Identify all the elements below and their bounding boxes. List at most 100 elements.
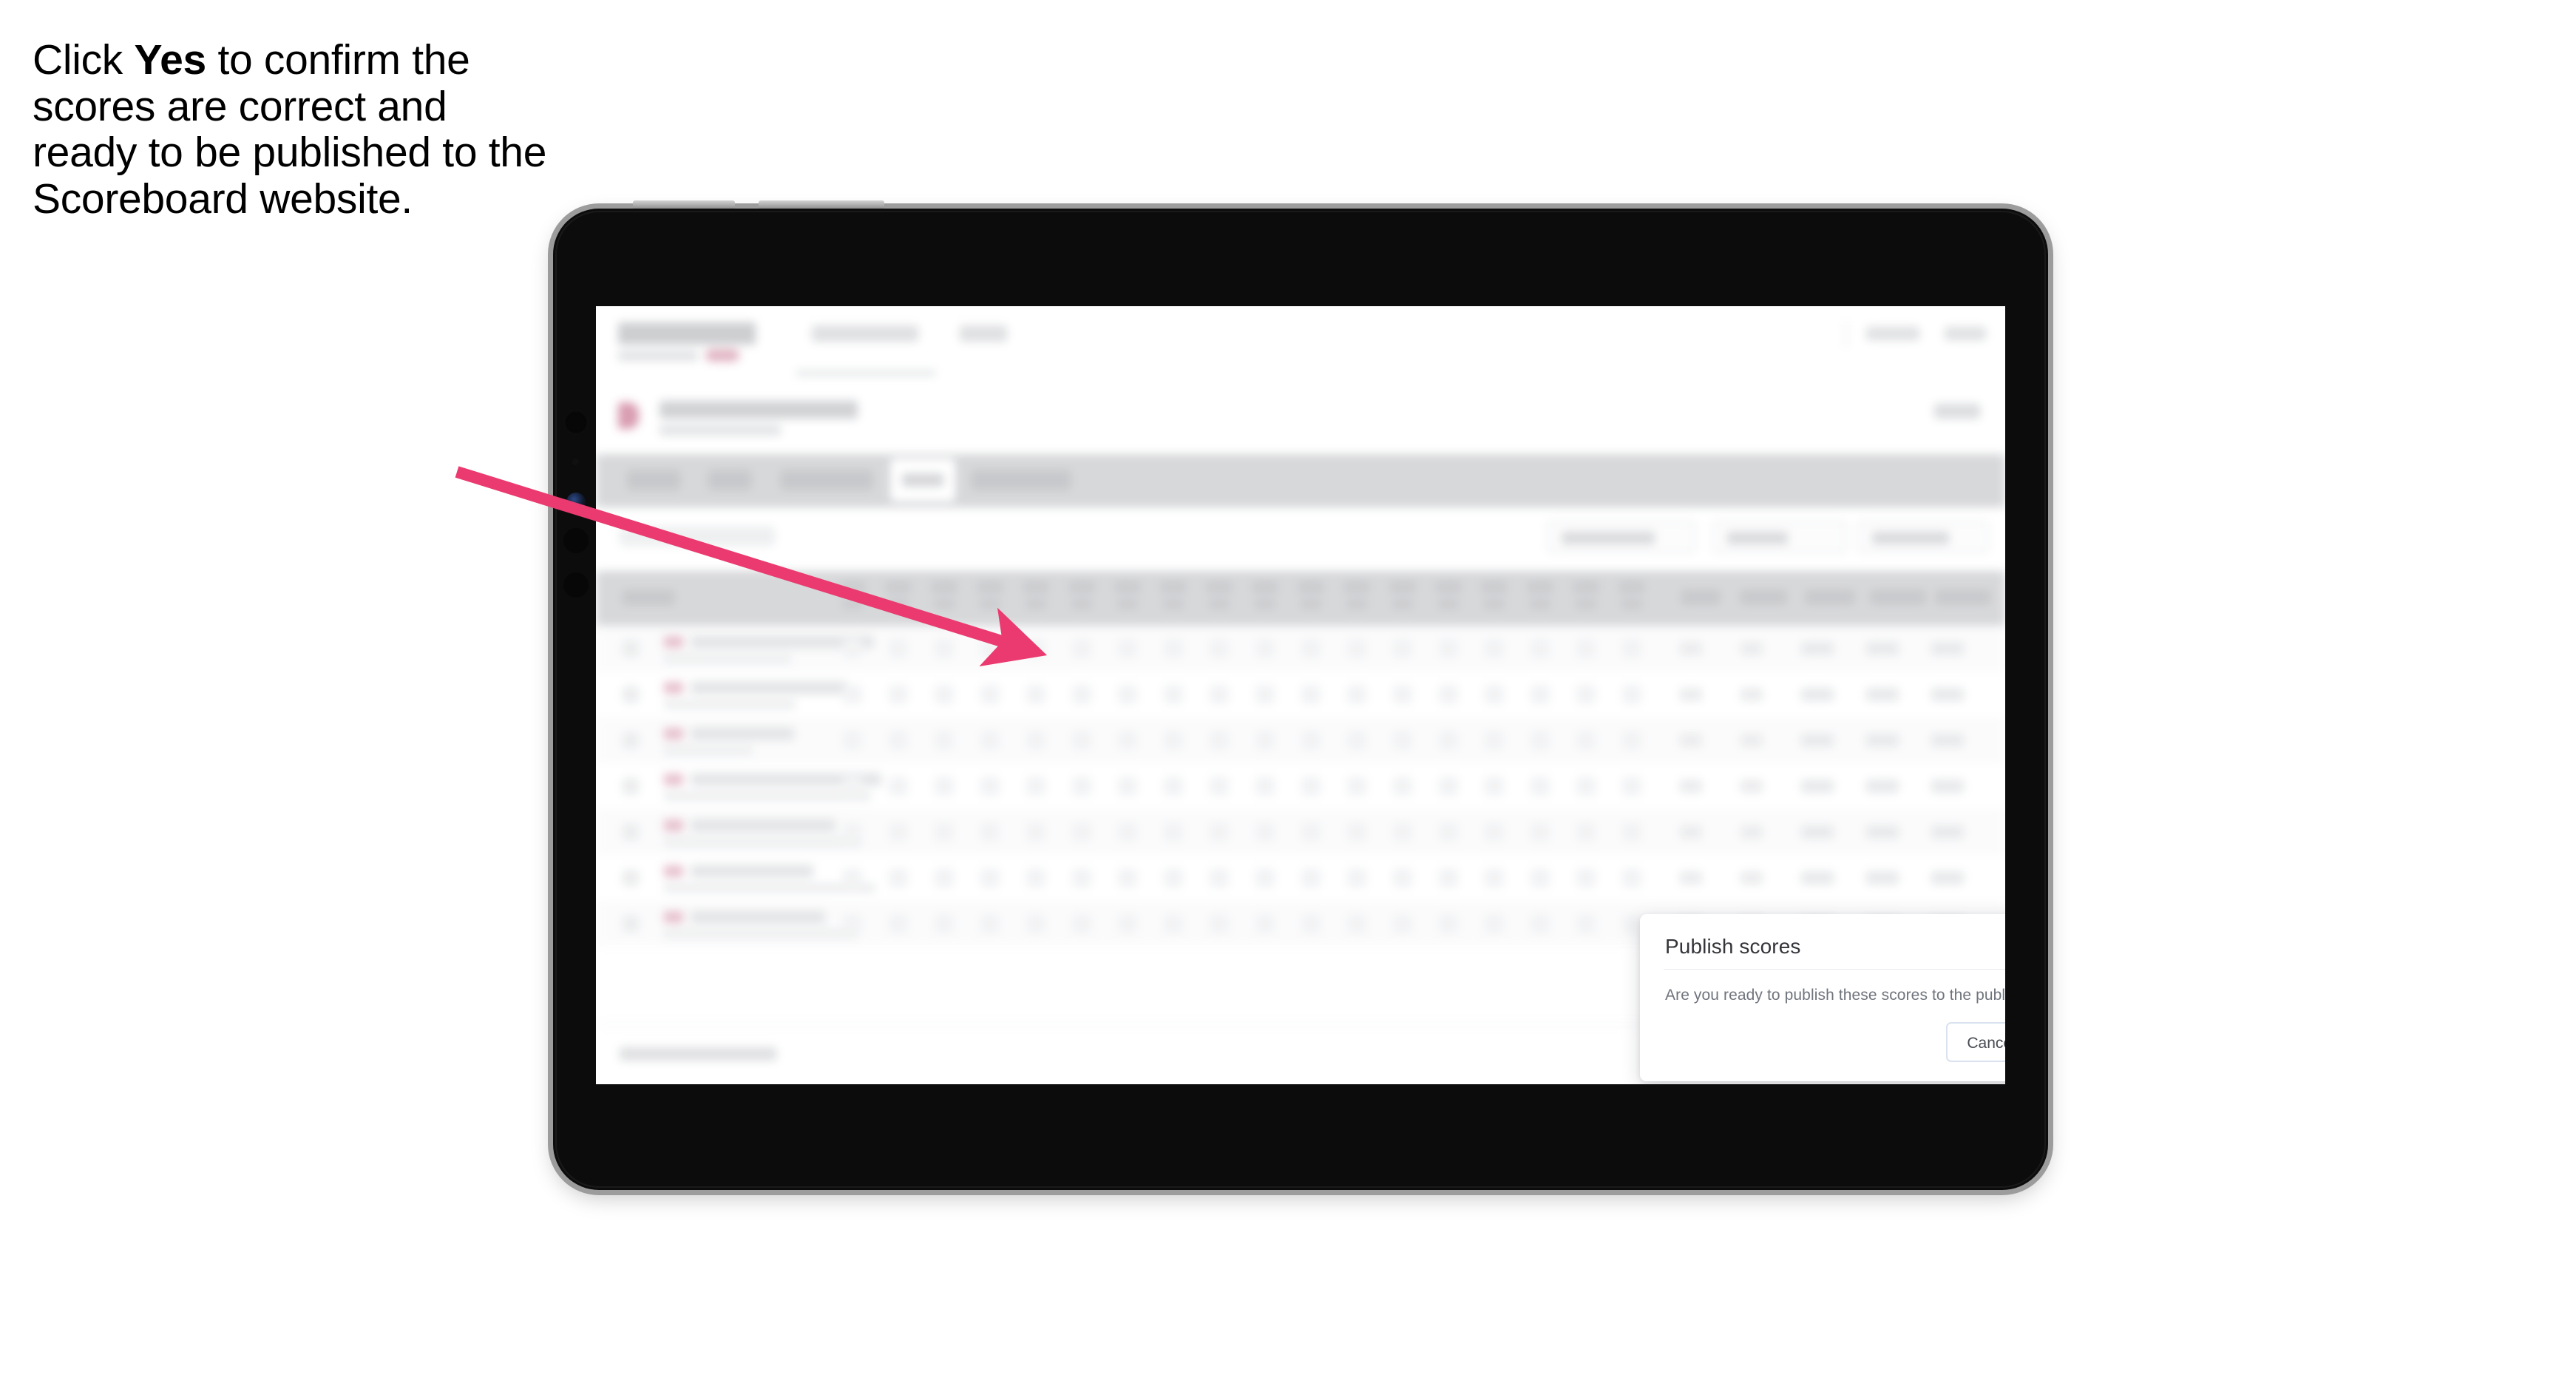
- row-checkbox[interactable]: [623, 686, 639, 703]
- score-cell[interactable]: [1485, 685, 1504, 704]
- score-cell[interactable]: [1210, 868, 1229, 888]
- score-cell[interactable]: [1255, 639, 1275, 658]
- header-user-name[interactable]: [1866, 327, 1919, 340]
- score-cell[interactable]: [1255, 731, 1275, 750]
- row-checkbox[interactable]: [623, 916, 639, 932]
- score-cell[interactable]: [980, 639, 1000, 658]
- score-cell[interactable]: [1485, 822, 1504, 842]
- row-checkbox[interactable]: [623, 778, 639, 794]
- score-cell[interactable]: [1255, 777, 1275, 796]
- score-cell[interactable]: [935, 731, 954, 750]
- score-cell[interactable]: [1622, 914, 1641, 933]
- score-cell[interactable]: [1164, 685, 1183, 704]
- score-cell[interactable]: [980, 822, 1000, 842]
- score-cell[interactable]: [1118, 685, 1137, 704]
- header-signout-link[interactable]: [1945, 327, 1986, 340]
- score-cell[interactable]: [1301, 731, 1321, 750]
- tab-scorecards[interactable]: [781, 470, 872, 490]
- score-cell[interactable]: [935, 868, 954, 888]
- score-cell[interactable]: [1255, 822, 1275, 842]
- score-cell[interactable]: [1576, 777, 1596, 796]
- score-cell[interactable]: [1531, 639, 1550, 658]
- table-row[interactable]: [596, 855, 2005, 901]
- table-row[interactable]: [596, 672, 2005, 717]
- score-cell[interactable]: [1026, 868, 1045, 888]
- score-cell[interactable]: [1072, 914, 1091, 933]
- score-cell[interactable]: [935, 822, 954, 842]
- score-cell[interactable]: [1072, 868, 1091, 888]
- score-cell[interactable]: [980, 868, 1000, 888]
- score-cell[interactable]: [1576, 685, 1596, 704]
- filter-dropdown-round[interactable]: [1712, 521, 1847, 553]
- search-input[interactable]: [620, 527, 775, 546]
- volume-up-button[interactable]: [633, 200, 735, 209]
- score-cell[interactable]: [1531, 822, 1550, 842]
- score-cell[interactable]: [1164, 731, 1183, 750]
- score-cell[interactable]: [1485, 868, 1504, 888]
- score-cell[interactable]: [843, 685, 862, 704]
- score-cell[interactable]: [1393, 639, 1412, 658]
- score-cell[interactable]: [1531, 731, 1550, 750]
- score-cell[interactable]: [1622, 731, 1641, 750]
- score-cell[interactable]: [1301, 777, 1321, 796]
- volume-down-button[interactable]: [759, 200, 884, 209]
- score-cell[interactable]: [1026, 639, 1045, 658]
- score-cell[interactable]: [980, 777, 1000, 796]
- table-row[interactable]: [596, 717, 2005, 763]
- row-checkbox[interactable]: [623, 640, 639, 657]
- score-cell[interactable]: [1622, 685, 1641, 704]
- score-cell[interactable]: [889, 639, 908, 658]
- score-cell[interactable]: [1393, 685, 1412, 704]
- score-cell[interactable]: [1118, 639, 1137, 658]
- score-cell[interactable]: [843, 914, 862, 933]
- score-cell[interactable]: [843, 731, 862, 750]
- score-cell[interactable]: [1439, 639, 1458, 658]
- score-cell[interactable]: [1026, 731, 1045, 750]
- score-cell[interactable]: [1347, 868, 1366, 888]
- score-cell[interactable]: [1072, 731, 1091, 750]
- score-cell[interactable]: [1531, 868, 1550, 888]
- score-cell[interactable]: [980, 914, 1000, 933]
- score-cell[interactable]: [1210, 731, 1229, 750]
- score-cell[interactable]: [1072, 639, 1091, 658]
- score-cell[interactable]: [1026, 685, 1045, 704]
- score-cell[interactable]: [1576, 639, 1596, 658]
- filter-dropdown-primary[interactable]: [1547, 521, 1696, 553]
- tab-leaderboard[interactable]: [972, 470, 1071, 490]
- score-cell[interactable]: [889, 731, 908, 750]
- score-cell[interactable]: [843, 822, 862, 842]
- score-cell[interactable]: [1255, 868, 1275, 888]
- score-cell[interactable]: [1576, 731, 1596, 750]
- tab-teams[interactable]: [708, 470, 751, 490]
- score-cell[interactable]: [1118, 914, 1137, 933]
- score-cell[interactable]: [843, 777, 862, 796]
- score-cell[interactable]: [1301, 868, 1321, 888]
- score-cell[interactable]: [980, 731, 1000, 750]
- score-cell[interactable]: [1439, 868, 1458, 888]
- score-cell[interactable]: [889, 914, 908, 933]
- score-cell[interactable]: [1301, 822, 1321, 842]
- filter-dropdown-team[interactable]: [1857, 521, 1989, 553]
- cancel-button[interactable]: Cancel: [1946, 1022, 2005, 1062]
- score-cell[interactable]: [1164, 868, 1183, 888]
- score-cell[interactable]: [1439, 914, 1458, 933]
- score-cell[interactable]: [1347, 731, 1366, 750]
- page-title-action[interactable]: [1934, 404, 1980, 419]
- score-cell[interactable]: [1118, 777, 1137, 796]
- score-cell[interactable]: [1622, 868, 1641, 888]
- tab-results-active[interactable]: [890, 459, 955, 501]
- score-cell[interactable]: [1439, 822, 1458, 842]
- score-cell[interactable]: [980, 685, 1000, 704]
- score-cell[interactable]: [1301, 639, 1321, 658]
- score-cell[interactable]: [1164, 777, 1183, 796]
- score-cell[interactable]: [1531, 914, 1550, 933]
- score-cell[interactable]: [1210, 685, 1229, 704]
- row-checkbox[interactable]: [623, 870, 639, 886]
- score-cell[interactable]: [1347, 777, 1366, 796]
- nav-item-tournaments[interactable]: [812, 325, 918, 342]
- score-cell[interactable]: [1301, 914, 1321, 933]
- score-cell[interactable]: [1118, 731, 1137, 750]
- score-cell[interactable]: [1622, 777, 1641, 796]
- score-cell[interactable]: [1026, 777, 1045, 796]
- score-cell[interactable]: [1485, 777, 1504, 796]
